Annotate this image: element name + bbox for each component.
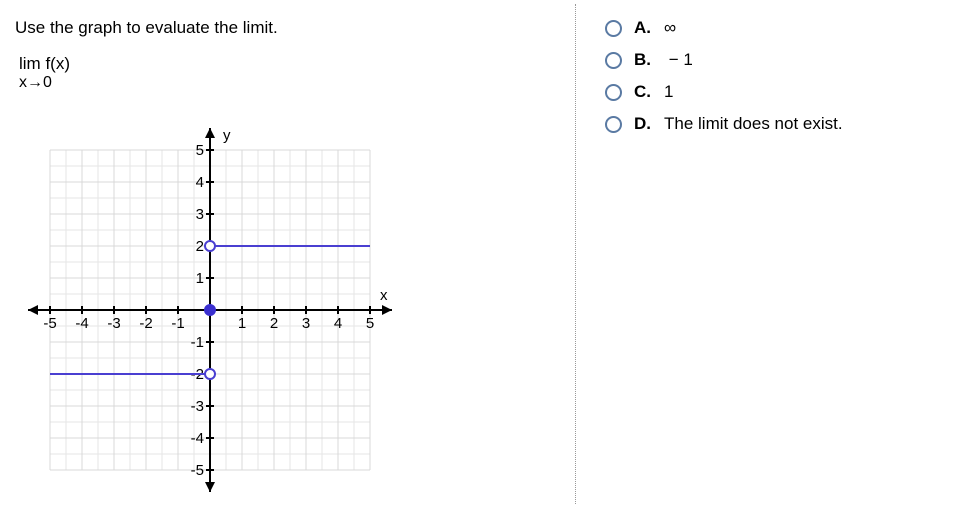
xtick: 2	[270, 315, 278, 332]
ytick: 3	[196, 206, 204, 223]
open-point-left	[205, 369, 215, 379]
ytick: -4	[191, 430, 204, 447]
ytick: -5	[191, 462, 204, 479]
ytick: 2	[196, 238, 204, 255]
answer-c[interactable]: C. 1	[605, 82, 952, 102]
limit-top: lim f(x)	[19, 54, 560, 74]
xtick: 4	[334, 315, 342, 332]
ytick: 4	[196, 174, 204, 191]
answer-letter: C.	[634, 82, 654, 102]
radio-icon[interactable]	[605, 84, 622, 101]
xtick: 3	[302, 315, 310, 332]
xtick: 1	[238, 315, 246, 332]
x-axis-label: x	[380, 287, 388, 304]
ytick: 5	[196, 142, 204, 159]
radio-icon[interactable]	[605, 52, 622, 69]
filled-point-origin	[204, 304, 216, 316]
limit-bottom: x→0	[19, 74, 560, 92]
xtick: -2	[139, 315, 152, 332]
answer-choices: A. ∞ B. − 1 C. 1 D. The limit does not e…	[577, 0, 962, 509]
answer-text: The limit does not exist.	[664, 114, 843, 134]
answer-letter: A.	[634, 18, 654, 38]
ytick: -3	[191, 398, 204, 415]
xtick: -5	[43, 315, 56, 332]
ytick: -1	[191, 334, 204, 351]
xtick: -4	[75, 315, 88, 332]
xtick: 5	[366, 315, 374, 332]
limit-expression: lim f(x) x→0	[19, 54, 560, 92]
radio-icon[interactable]	[605, 116, 622, 133]
y-axis-label: y	[223, 127, 231, 144]
radio-icon[interactable]	[605, 20, 622, 37]
question-prompt: Use the graph to evaluate the limit.	[15, 18, 560, 38]
answer-letter: D.	[634, 114, 654, 134]
answer-text: 1	[664, 82, 673, 102]
answer-text: ∞	[664, 18, 676, 38]
answer-a[interactable]: A. ∞	[605, 18, 952, 38]
xtick: -3	[107, 315, 120, 332]
ytick: 1	[196, 270, 204, 287]
answer-d[interactable]: D. The limit does not exist.	[605, 114, 952, 134]
graph: -5 -4 -3 -2 -1 1 2 3 4 5 -5 -4 -3 -2 -1	[20, 120, 400, 505]
answer-letter: B.	[634, 50, 654, 70]
answer-b[interactable]: B. − 1	[605, 50, 952, 70]
xtick: -1	[171, 315, 184, 332]
open-point-right	[205, 241, 215, 251]
answer-text: − 1	[664, 50, 693, 70]
